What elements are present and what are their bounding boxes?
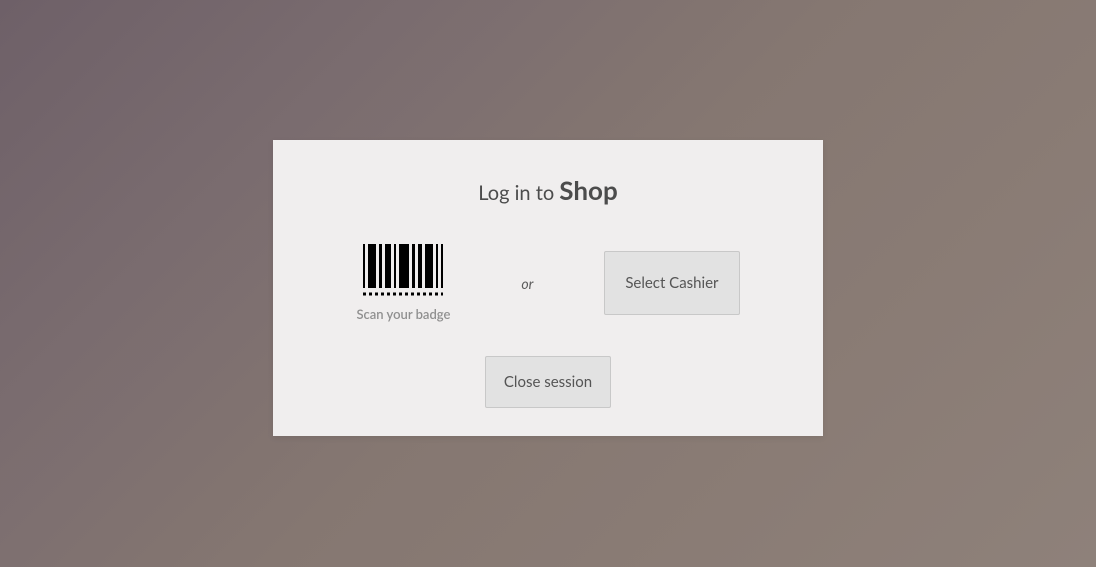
- login-card: Log in to Shop: [273, 140, 823, 436]
- login-title: Log in to Shop: [301, 174, 795, 206]
- scan-badge-block: Scan your badge: [356, 244, 450, 322]
- barcode-icon: [361, 244, 445, 300]
- select-cashier-button[interactable]: Select Cashier: [604, 251, 739, 315]
- login-title-prefix: Log in to: [478, 181, 559, 205]
- close-session-row: Close session: [301, 356, 795, 408]
- scan-badge-label: Scan your badge: [356, 306, 450, 322]
- close-session-button[interactable]: Close session: [485, 356, 611, 408]
- shop-name: Shop: [559, 174, 617, 206]
- login-options-row: Scan your badge or Select Cashier: [301, 244, 795, 322]
- or-separator: or: [521, 275, 533, 292]
